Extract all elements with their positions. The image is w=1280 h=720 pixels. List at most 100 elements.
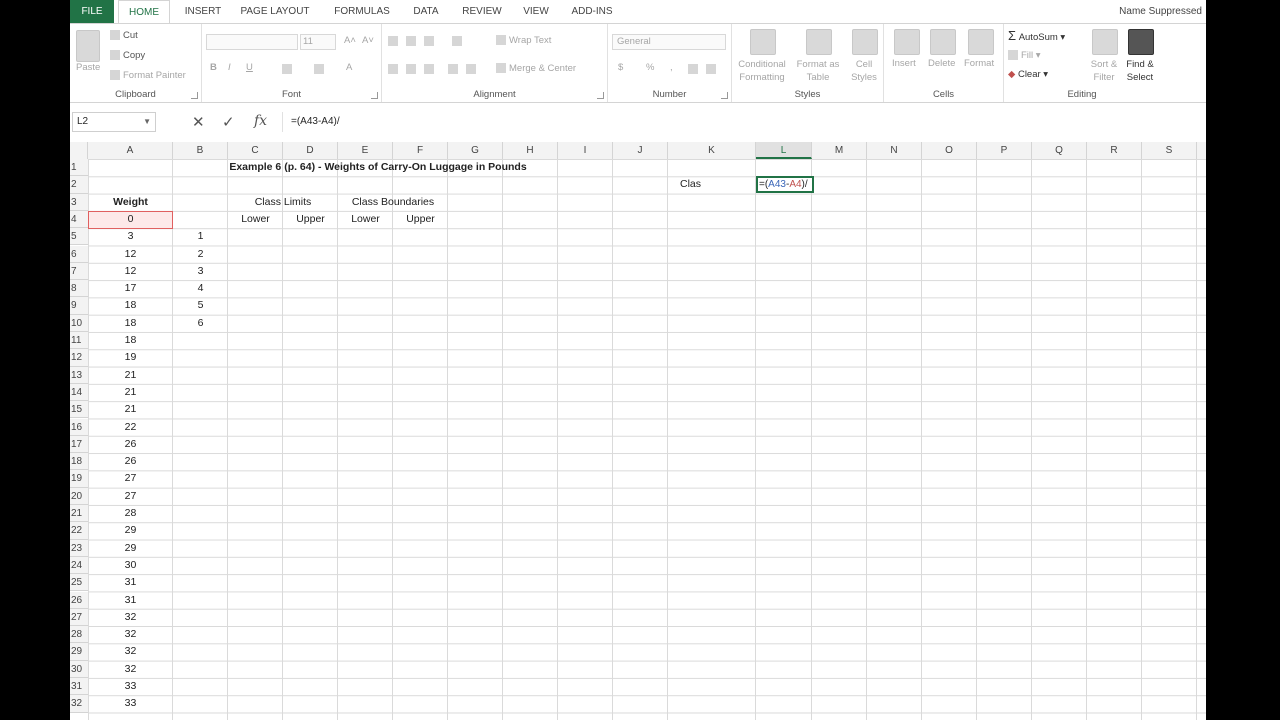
format-as-table-button[interactable]: Format as Table [792, 58, 844, 84]
alignment-launcher-icon[interactable] [597, 92, 604, 99]
fill-button[interactable]: Fill ▾ [1008, 50, 1041, 61]
class-number-cell[interactable]: 3 [173, 263, 228, 280]
weight-cell[interactable]: 29 [88, 540, 173, 557]
find-select-button[interactable]: Find & Select [1122, 58, 1158, 84]
decrease-indent-icon[interactable] [448, 64, 458, 74]
row-header-29[interactable]: 29 [70, 643, 88, 661]
row-header-20[interactable]: 20 [70, 487, 88, 505]
user-name[interactable]: Name Suppressed [1119, 0, 1202, 23]
row-header-22[interactable]: 22 [70, 522, 88, 540]
binoculars-icon[interactable] [1128, 29, 1154, 55]
clear-button[interactable]: ◆ Clear ▾ [1008, 69, 1048, 80]
format-painter-button[interactable]: Format Painter [110, 70, 186, 81]
column-header-O[interactable]: O [922, 142, 977, 159]
currency-button[interactable]: $ [618, 62, 623, 73]
autosum-button[interactable]: Σ AutoSum ▾ [1008, 28, 1065, 43]
weight-cell[interactable]: 28 [88, 505, 173, 522]
row-header-31[interactable]: 31 [70, 678, 88, 696]
fill-color-icon[interactable] [314, 64, 324, 74]
column-header-G[interactable]: G [448, 142, 503, 159]
column-header-R[interactable]: R [1087, 142, 1142, 159]
row-header-23[interactable]: 23 [70, 539, 88, 557]
column-header-S[interactable]: S [1142, 142, 1197, 159]
weight-cell[interactable]: 12 [88, 263, 173, 280]
weight-cell[interactable]: 18 [88, 332, 173, 349]
column-header-E[interactable]: E [338, 142, 393, 159]
font-launcher-icon[interactable] [371, 92, 378, 99]
tab-file[interactable]: FILE [70, 0, 114, 23]
class-limits-header[interactable]: Class Limits [228, 194, 338, 211]
row-header-14[interactable]: 14 [70, 383, 88, 402]
cell-styles-button[interactable]: Cell Styles [846, 58, 882, 84]
insert-function-icon[interactable]: fx [254, 113, 267, 129]
borders-icon[interactable] [282, 64, 292, 74]
row-header-28[interactable]: 28 [70, 626, 88, 644]
font-name-dropdown[interactable] [206, 34, 298, 50]
row-header-18[interactable]: 18 [70, 453, 88, 471]
column-header-L[interactable]: L [756, 142, 812, 159]
align-center-icon[interactable] [406, 64, 416, 74]
decrease-decimal-icon[interactable] [706, 64, 716, 74]
row-header-27[interactable]: 27 [70, 608, 88, 627]
tab-formulas[interactable]: FORMULAS [324, 0, 400, 23]
row-header-7[interactable]: 7 [70, 262, 88, 281]
wrap-text-button[interactable]: Wrap Text [496, 35, 551, 46]
row-header-10[interactable]: 10 [70, 314, 88, 332]
orientation-icon[interactable] [452, 36, 462, 46]
align-right-icon[interactable] [424, 64, 434, 74]
row-header-32[interactable]: 32 [70, 695, 88, 713]
weight-cell[interactable]: 33 [88, 678, 173, 695]
weight-cell[interactable]: 12 [88, 246, 173, 263]
underline-button[interactable]: U [246, 62, 253, 73]
clipboard-launcher-icon[interactable] [191, 92, 198, 99]
boundaries-upper-header[interactable]: Upper [393, 211, 448, 228]
row-header-13[interactable]: 13 [70, 366, 88, 384]
weight-cell[interactable]: 29 [88, 522, 173, 539]
column-header-B[interactable]: B [173, 142, 228, 159]
delete-cells-icon[interactable] [930, 29, 956, 55]
column-header-A[interactable]: A [88, 142, 173, 159]
conditional-formatting-icon[interactable] [750, 29, 776, 55]
paste-icon[interactable] [76, 30, 100, 62]
select-all-corner[interactable] [70, 142, 88, 159]
weight-cell[interactable]: 21 [88, 384, 173, 401]
row-header-16[interactable]: 16 [70, 418, 88, 436]
shrink-font-icon[interactable]: A˅ [362, 35, 374, 46]
weight-cell[interactable]: 32 [88, 643, 173, 660]
row-header-17[interactable]: 17 [70, 435, 88, 454]
weight-cell[interactable]: 32 [88, 609, 173, 626]
row-header-2[interactable]: 2 [70, 176, 88, 194]
row-header-11[interactable]: 11 [70, 332, 88, 350]
font-size-dropdown[interactable]: 11 [300, 34, 336, 50]
row-header-21[interactable]: 21 [70, 505, 88, 523]
tab-data[interactable]: DATA [406, 0, 446, 23]
row-header-5[interactable]: 5 [70, 228, 88, 246]
weight-cell[interactable]: 18 [88, 315, 173, 332]
column-header-I[interactable]: I [558, 142, 613, 159]
weight-cell[interactable]: 21 [88, 367, 173, 384]
italic-button[interactable]: I [228, 62, 231, 73]
weight-header[interactable]: Weight [88, 194, 173, 211]
l2-edit-cell[interactable]: =(A43-A4)/ [756, 176, 814, 194]
weight-cell[interactable]: 22 [88, 419, 173, 436]
row-header-1[interactable]: 1 [70, 159, 88, 177]
weight-cell[interactable]: 26 [88, 453, 173, 470]
weight-cell[interactable]: 31 [88, 574, 173, 591]
weight-cell[interactable]: 33 [88, 695, 173, 712]
class-number-cell[interactable]: 5 [173, 297, 228, 314]
class-number-cell[interactable]: 2 [173, 246, 228, 263]
row-header-3[interactable]: 3 [70, 193, 88, 211]
number-format-dropdown[interactable]: General [612, 34, 726, 50]
percent-button[interactable]: % [646, 62, 654, 73]
chevron-down-icon[interactable]: ▼ [143, 113, 151, 131]
grow-font-icon[interactable]: A˄ [344, 35, 356, 46]
weight-cell[interactable]: 0 [88, 211, 173, 228]
tab-add-ins[interactable]: ADD-INS [564, 0, 620, 23]
column-header-M[interactable]: M [812, 142, 867, 159]
increase-indent-icon[interactable] [466, 64, 476, 74]
align-bottom-icon[interactable] [424, 36, 434, 46]
class-number-cell[interactable]: 6 [173, 315, 228, 332]
row-header-19[interactable]: 19 [70, 470, 88, 488]
weight-cell[interactable]: 18 [88, 297, 173, 314]
weight-cell[interactable]: 21 [88, 401, 173, 418]
